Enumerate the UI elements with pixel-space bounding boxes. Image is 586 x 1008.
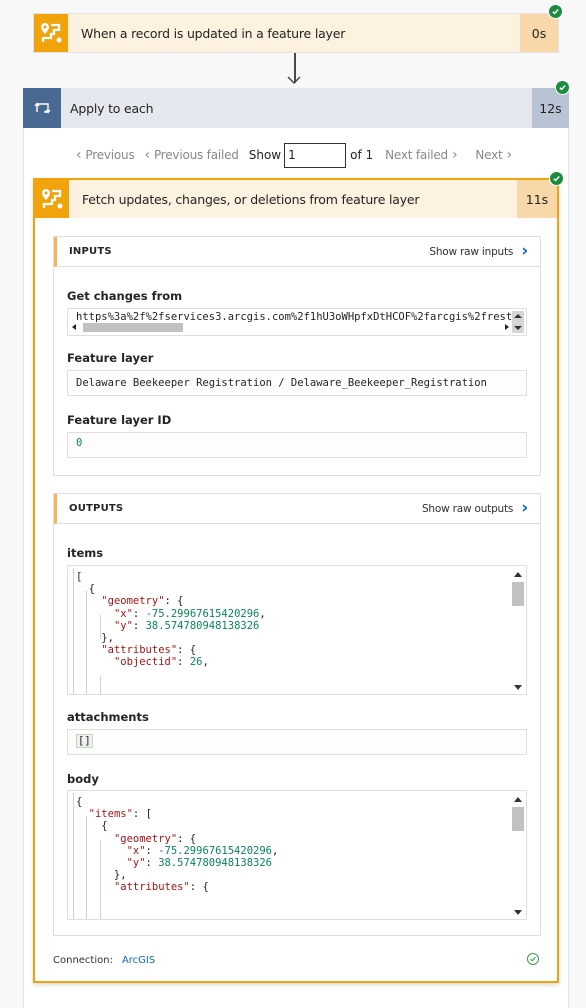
code-line: { (76, 583, 95, 596)
show-label: Show (248, 148, 282, 162)
code-line: { (76, 796, 83, 808)
feature-layer-label: Feature layer (67, 351, 154, 365)
arcgis-map-icon (35, 180, 69, 218)
chevron-left-icon: ‹ (144, 147, 151, 163)
body-label: body (67, 772, 99, 786)
action-card: Fetch updates, changes, or deletions fro… (33, 178, 559, 983)
code-line: { (76, 820, 108, 833)
vertical-scrollbar[interactable] (512, 793, 524, 919)
code-line: "x": -75.29967615420296, (126, 844, 279, 857)
show-raw-inputs-link[interactable]: Show raw inputs › (429, 243, 528, 260)
chevron-right-icon: › (506, 147, 513, 163)
code-line: "attributes": { (101, 644, 197, 657)
get-changes-from-field[interactable]: https%3a%2f%2fservices3.arcgis.com%2f1hU… (67, 308, 527, 336)
code-line: [ (76, 571, 83, 583)
feature-layer-field[interactable]: Delaware Beekeeper Registration / Delawa… (67, 370, 527, 396)
loop-card-header[interactable]: Apply to each 12s (23, 88, 569, 128)
action-title: Fetch updates, changes, or deletions fro… (82, 191, 420, 207)
loop-title: Apply to each (70, 100, 154, 116)
items-json-text: [ { "geometry": { "x": -75.2996761542029… (76, 571, 266, 669)
inputs-section: INPUTS Show raw inputs › Get changes from… (53, 236, 541, 476)
trigger-title: When a record is updated in a feature la… (81, 25, 346, 41)
code-line: "objectid": 26, (113, 656, 209, 669)
code-line: "geometry": { (101, 595, 184, 608)
body-json-viewer[interactable]: { "items": [ { "geometry": { "x": -75.29… (67, 790, 527, 920)
inputs-heading: INPUTS (69, 246, 112, 257)
arcgis-map-icon (34, 14, 68, 52)
scroll-left-arrow-icon[interactable] (72, 324, 76, 330)
attachments-label: attachments (67, 710, 149, 724)
of-total-label: of 1 (350, 148, 374, 162)
code-line: }, (76, 869, 127, 882)
horizontal-scrollbar-thumb[interactable] (83, 323, 183, 332)
items-label: items (67, 546, 104, 560)
code-line: "geometry": { (113, 832, 197, 845)
chevron-left-icon: ‹ (76, 147, 82, 163)
feature-layer-id-field[interactable]: 0 (67, 432, 527, 458)
next-button[interactable]: Next › (475, 147, 512, 163)
next-failed-button[interactable]: Next failed › (385, 147, 457, 163)
scroll-right-arrow-icon[interactable] (505, 324, 509, 330)
code-line: "y": 38.574780948138326 (126, 857, 272, 870)
code-line: }, (76, 632, 114, 645)
iteration-number-input[interactable] (284, 142, 347, 168)
trigger-card[interactable]: When a record is updated in a feature la… (33, 13, 559, 53)
iteration-pager: ‹Previous ‹Previous failed Show of 1 Nex… (76, 142, 512, 168)
code-line: "x": -75.29967615420296, (113, 607, 266, 620)
connection-ok-icon (527, 953, 539, 965)
code-line: "attributes": { (113, 881, 209, 894)
arrow-down-icon (287, 76, 301, 85)
connection-info: Connection: ArcGIS (53, 955, 155, 966)
code-line: "items": [ (88, 808, 152, 821)
trigger-duration: 0s (520, 14, 558, 52)
code-line: "y": 38.574780948138326 (113, 619, 260, 632)
outputs-heading: OUTPUTS (69, 503, 124, 514)
action-duration: 11s (517, 180, 557, 218)
connection-label: Connection: (53, 955, 113, 966)
previous-button[interactable]: ‹ Previous (76, 147, 135, 163)
success-check-icon (548, 4, 563, 19)
outputs-section: OUTPUTS Show raw outputs › items [ { "geo… (53, 493, 541, 936)
chevron-right-icon: › (451, 147, 458, 163)
loop-icon (23, 88, 61, 128)
get-changes-from-label: Get changes from (67, 289, 183, 303)
outputs-header: OUTPUTS Show raw outputs › (54, 494, 540, 524)
connection-link[interactable]: ArcGIS (122, 955, 155, 966)
previous-failed-button[interactable]: ‹ Previous failed (145, 147, 239, 163)
inputs-header: INPUTS Show raw inputs › (54, 237, 540, 267)
items-json-viewer[interactable]: [ { "geometry": { "x": -75.2996761542029… (67, 565, 527, 695)
attachments-field[interactable]: [] (67, 729, 527, 755)
show-raw-outputs-link[interactable]: Show raw outputs › (422, 500, 528, 517)
feature-layer-id-label: Feature layer ID (67, 413, 172, 427)
action-card-header[interactable]: Fetch updates, changes, or deletions fro… (35, 180, 557, 218)
body-json-text: { "items": [ { "geometry": { "x": -75.29… (76, 796, 278, 894)
success-check-icon (555, 80, 570, 95)
vertical-scrollbar[interactable] (512, 311, 524, 333)
success-check-icon (549, 171, 564, 186)
chevron-right-icon: › (521, 498, 528, 518)
chevron-right-icon: › (521, 241, 528, 261)
vertical-scrollbar[interactable] (512, 568, 524, 694)
